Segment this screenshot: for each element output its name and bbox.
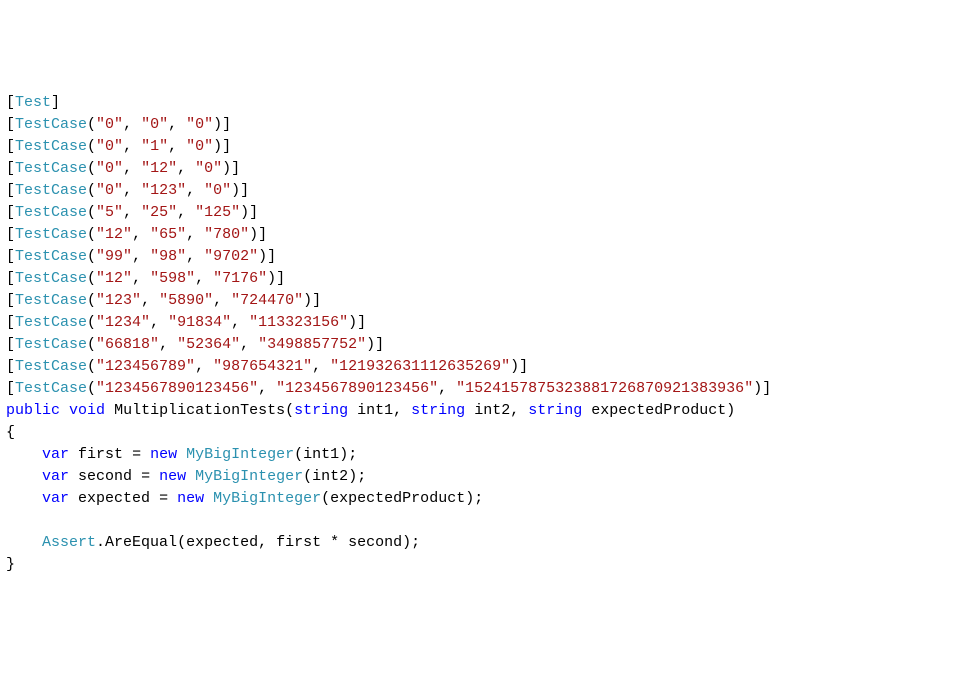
attr-testcase: TestCase — [15, 358, 87, 375]
brace-close: } — [6, 556, 15, 573]
string-literal: "0" — [141, 116, 168, 133]
var-second: second — [78, 468, 132, 485]
string-literal: "9702" — [204, 248, 258, 265]
keyword-string: string — [294, 402, 348, 419]
string-literal: "12" — [96, 226, 132, 243]
string-literal: "99" — [96, 248, 132, 265]
arg: expectedProduct — [330, 490, 465, 507]
arg: second — [348, 534, 402, 551]
attr-testcase: TestCase — [15, 160, 87, 177]
code-block: [Test] [TestCase("0", "0", "0")] [TestCa… — [6, 92, 954, 576]
string-literal: "1234567890123456" — [96, 380, 258, 397]
keyword-new: new — [177, 490, 204, 507]
arg: expected — [186, 534, 258, 551]
string-literal: "12" — [141, 160, 177, 177]
string-literal: "0" — [96, 138, 123, 155]
attr-testcase: TestCase — [15, 138, 87, 155]
attr-testcase: TestCase — [15, 380, 87, 397]
attr-testcase: TestCase — [15, 116, 87, 133]
keyword-var: var — [42, 468, 69, 485]
string-literal: "780" — [204, 226, 249, 243]
string-literal: "123" — [96, 292, 141, 309]
string-literal: "0" — [195, 160, 222, 177]
string-literal: "7176" — [213, 270, 267, 287]
type-assert: Assert — [42, 534, 96, 551]
string-literal: "987654321" — [213, 358, 312, 375]
brace-open: { — [6, 424, 15, 441]
attr-testcase: TestCase — [15, 270, 87, 287]
arg: int1 — [303, 446, 339, 463]
attr-testcase: TestCase — [15, 336, 87, 353]
string-literal: "25" — [141, 204, 177, 221]
param: expectedProduct — [591, 402, 726, 419]
string-literal: "121932631112635269" — [330, 358, 510, 375]
arg: int2 — [312, 468, 348, 485]
attr-testcase: TestCase — [15, 204, 87, 221]
string-literal: "123456789" — [96, 358, 195, 375]
var-expected: expected — [78, 490, 150, 507]
keyword-var: var — [42, 490, 69, 507]
method-name: MultiplicationTests — [114, 402, 285, 419]
string-literal: "12" — [96, 270, 132, 287]
attr-testcase: TestCase — [15, 292, 87, 309]
string-literal: "598" — [150, 270, 195, 287]
keyword-void: void — [69, 402, 105, 419]
var-first: first — [78, 446, 123, 463]
type-mybiginteger: MyBigInteger — [213, 490, 321, 507]
string-literal: "91834" — [168, 314, 231, 331]
attr-testcase: TestCase — [15, 226, 87, 243]
param: int1 — [357, 402, 393, 419]
keyword-public: public — [6, 402, 60, 419]
keyword-new: new — [150, 446, 177, 463]
string-literal: "1234" — [96, 314, 150, 331]
type-mybiginteger: MyBigInteger — [195, 468, 303, 485]
string-literal: "52364" — [177, 336, 240, 353]
string-literal: "0" — [96, 182, 123, 199]
string-literal: "65" — [150, 226, 186, 243]
keyword-string: string — [411, 402, 465, 419]
string-literal: "113323156" — [249, 314, 348, 331]
keyword-var: var — [42, 446, 69, 463]
attr-testcase: TestCase — [15, 314, 87, 331]
string-literal: "125" — [195, 204, 240, 221]
attr-testcase: TestCase — [15, 182, 87, 199]
string-literal: "5" — [96, 204, 123, 221]
string-literal: "0" — [186, 138, 213, 155]
param: int2 — [474, 402, 510, 419]
string-literal: "1234567890123456" — [276, 380, 438, 397]
string-literal: "5890" — [159, 292, 213, 309]
string-literal: "0" — [96, 160, 123, 177]
string-literal: "1" — [141, 138, 168, 155]
attr-test: Test — [15, 94, 51, 111]
string-literal: "724470" — [231, 292, 303, 309]
string-literal: "0" — [204, 182, 231, 199]
string-literal: "123" — [141, 182, 186, 199]
string-literal: "0" — [186, 116, 213, 133]
string-literal: "66818" — [96, 336, 159, 353]
keyword-string: string — [528, 402, 582, 419]
string-literal: "0" — [96, 116, 123, 133]
method-areequal: AreEqual — [105, 534, 177, 551]
string-literal: "98" — [150, 248, 186, 265]
type-mybiginteger: MyBigInteger — [186, 446, 294, 463]
string-literal: "3498857752" — [258, 336, 366, 353]
keyword-new: new — [159, 468, 186, 485]
attr-testcase: TestCase — [15, 248, 87, 265]
string-literal: "1524157875323881726870921383936" — [456, 380, 753, 397]
arg: first — [276, 534, 321, 551]
